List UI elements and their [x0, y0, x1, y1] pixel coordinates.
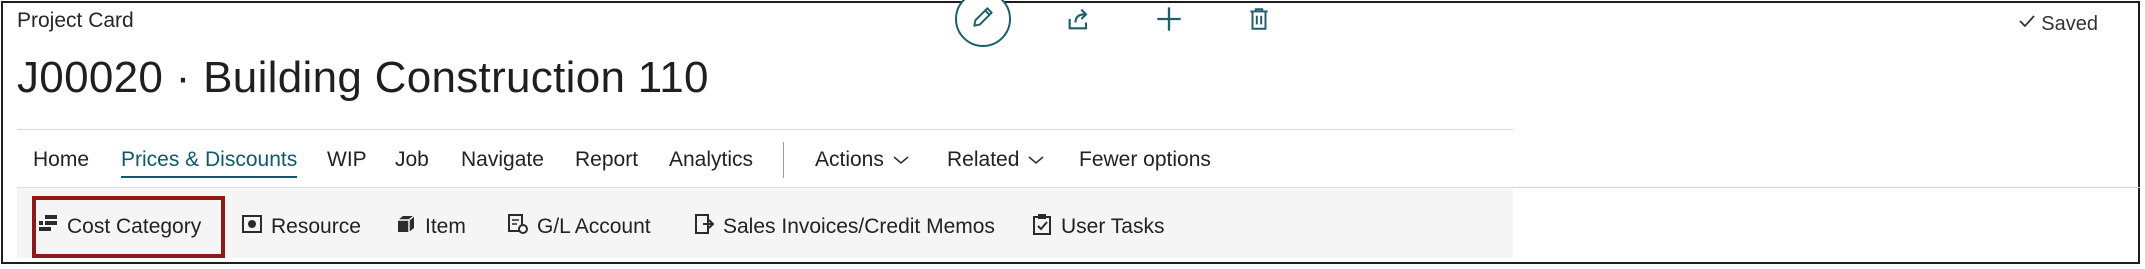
menu-analytics[interactable]: Analytics [669, 148, 753, 172]
sales-invoices-label: Sales Invoices/Credit Memos [723, 215, 995, 238]
menu-navigate[interactable]: Navigate [461, 148, 544, 172]
menu-divider [783, 142, 784, 178]
menu-related[interactable]: Related [947, 148, 1045, 172]
menu-wip[interactable]: WIP [327, 148, 367, 172]
item-button[interactable]: Item [395, 213, 466, 241]
card-type-label: Project Card [17, 9, 134, 32]
gl-account-icon [507, 213, 529, 241]
sales-invoices-button[interactable]: Sales Invoices/Credit Memos [693, 213, 995, 241]
menu-report[interactable]: Report [575, 148, 638, 172]
gl-account-label: G/L Account [537, 215, 651, 238]
resource-label: Resource [271, 215, 361, 238]
gl-account-button[interactable]: G/L Account [507, 213, 651, 241]
saved-status: Saved [2017, 11, 2098, 37]
user-tasks-label: User Tasks [1061, 215, 1165, 238]
menu-prices-discounts[interactable]: Prices & Discounts [121, 148, 298, 178]
page-title: J00020 · Building Construction 110 [17, 53, 709, 102]
menu-home[interactable]: Home [33, 148, 89, 172]
resource-icon [241, 213, 263, 241]
divider [1513, 187, 2140, 188]
edit-icon [970, 4, 996, 35]
share-icon [1065, 5, 1093, 38]
project-card-window: Project Card J00020 · Building Construct… [1, 0, 2140, 264]
delete-icon [1246, 6, 1272, 37]
delete-button[interactable] [1243, 5, 1275, 37]
edit-button[interactable] [955, 0, 1011, 47]
share-button[interactable] [1063, 5, 1095, 37]
new-button[interactable] [1153, 5, 1185, 37]
item-icon [395, 213, 417, 241]
item-label: Item [425, 215, 466, 238]
related-label: Related [947, 148, 1020, 171]
menu-fewer-options[interactable]: Fewer options [1079, 148, 1211, 172]
checkmark-icon [2017, 11, 2037, 37]
action-menu-bar: Home Prices & Discounts WIP Job Navigate… [17, 129, 1513, 186]
chevron-down-icon [1027, 148, 1045, 172]
saved-label: Saved [2041, 12, 2098, 35]
menu-job[interactable]: Job [395, 148, 429, 172]
new-icon [1155, 5, 1183, 38]
user-tasks-icon [1031, 213, 1053, 241]
menu-actions[interactable]: Actions [815, 148, 910, 172]
user-tasks-button[interactable]: User Tasks [1031, 213, 1164, 241]
resource-button[interactable]: Resource [241, 213, 361, 241]
actions-label: Actions [815, 148, 884, 171]
chevron-down-icon [892, 148, 910, 172]
highlight-annotation [32, 196, 225, 258]
sales-invoices-icon [693, 213, 715, 241]
